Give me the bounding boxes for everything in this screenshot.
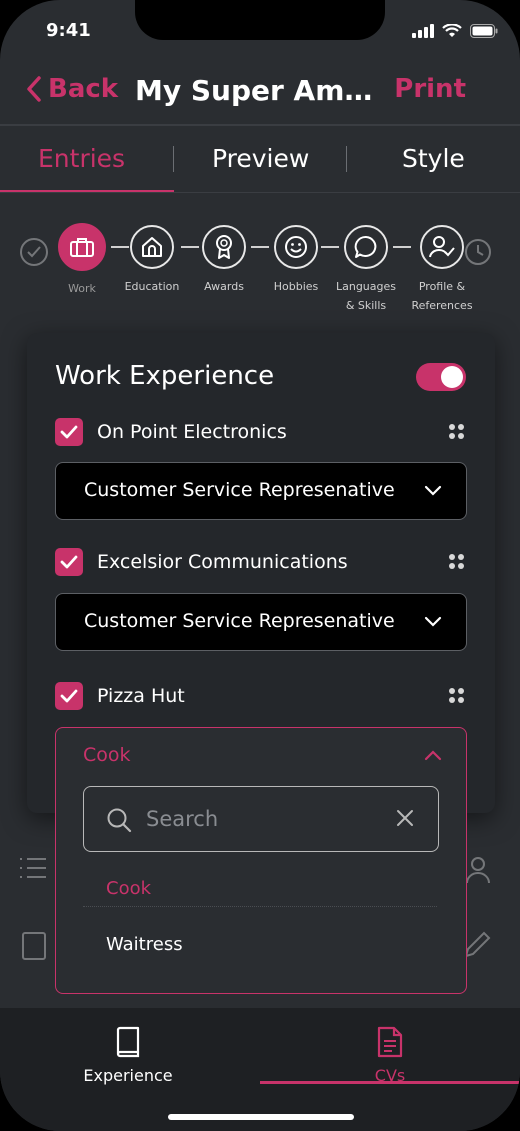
role-select[interactable]: Customer Service Represenative: [55, 462, 467, 520]
step-label: Work: [68, 282, 96, 295]
phone-screen: 9:41 Back My Super Amazing CV Print Entr…: [0, 0, 520, 1131]
book-icon: [22, 932, 46, 960]
role-select-value: Customer Service Represenative: [84, 610, 395, 632]
drag-handle-icon[interactable]: [447, 686, 467, 706]
document-icon: [377, 1026, 403, 1058]
tab-style[interactable]: Style: [402, 144, 465, 173]
status-time: 9:41: [46, 20, 91, 41]
dropdown-option[interactable]: Waitress: [106, 934, 183, 955]
wifi-icon: [442, 24, 462, 37]
role-dropdown-open: Cook Cook Waitress: [55, 727, 467, 994]
segmented-tabs: Entries Preview Style: [0, 126, 520, 192]
user-check-icon: [429, 236, 455, 258]
section-title: Work Experience: [55, 361, 275, 391]
section-enabled-toggle[interactable]: [416, 363, 466, 391]
step-work[interactable]: Work: [42, 222, 122, 298]
tab-preview[interactable]: Preview: [212, 144, 309, 173]
company-name: Pizza Hut: [97, 685, 185, 707]
company-name: Excelsior Communications: [97, 551, 348, 573]
bottom-tab-experience[interactable]: Experience: [28, 1026, 228, 1085]
chat-bubble-icon: [354, 235, 377, 258]
company-name: On Point Electronics: [97, 421, 287, 443]
section-stepper: Work Education Awards Hobbies Languages …: [0, 222, 520, 317]
award-icon: [216, 235, 232, 259]
step-label: Education: [124, 280, 180, 293]
checkmark-icon: [60, 689, 78, 703]
tabs-divider: [0, 192, 520, 193]
checkmark-icon: [60, 425, 78, 439]
chevron-up-icon[interactable]: [424, 750, 442, 761]
search-input[interactable]: [144, 801, 378, 837]
back-button[interactable]: Back: [26, 74, 118, 104]
briefcase-icon: [70, 238, 94, 257]
step-label: Awards: [204, 280, 244, 293]
smiley-icon: [285, 236, 307, 258]
entry-row: Excelsior Communications: [55, 548, 467, 578]
home-indicator: [168, 1114, 354, 1120]
step-label: Languages & Skills: [335, 280, 397, 312]
status-icons: [412, 24, 498, 38]
entry-checkbox[interactable]: [55, 548, 83, 576]
book-icon: [116, 1026, 140, 1058]
user-icon: [466, 857, 490, 884]
tab-entries[interactable]: Entries: [38, 144, 125, 173]
step-profile-references[interactable]: Profile & References: [402, 222, 482, 315]
step-education[interactable]: Education: [112, 222, 192, 296]
tab-separator: [173, 146, 174, 172]
entry-row: On Point Electronics: [55, 418, 467, 448]
drag-handle-icon[interactable]: [447, 552, 467, 572]
close-icon[interactable]: [396, 809, 414, 827]
drag-handle-icon[interactable]: [447, 422, 467, 442]
print-button[interactable]: Print: [394, 74, 466, 104]
bottom-tab-cvs[interactable]: CVs: [290, 1026, 490, 1085]
toggle-knob: [441, 366, 463, 388]
role-dropdown-value[interactable]: Cook: [83, 744, 131, 766]
step-label: Profile & References: [411, 280, 473, 312]
back-label: Back: [48, 74, 119, 104]
step-hobbies[interactable]: Hobbies: [256, 222, 336, 296]
step-label: Hobbies: [273, 280, 319, 293]
step-awards[interactable]: Awards: [184, 222, 264, 296]
bottom-tab-label: Experience: [83, 1066, 173, 1085]
option-divider: [83, 906, 437, 908]
search-icon: [107, 808, 132, 833]
navigation-bar: Back My Super Amazing CV Print: [0, 66, 520, 122]
notch: [135, 0, 385, 40]
role-select[interactable]: Customer Service Represenative: [55, 593, 467, 651]
cellular-signal-icon: [412, 24, 434, 38]
chevron-down-icon: [424, 485, 442, 496]
battery-icon: [470, 24, 498, 38]
page-title: My Super Amazing CV: [135, 74, 390, 107]
chevron-down-icon: [424, 616, 442, 627]
tab-separator: [346, 146, 347, 172]
role-select-value: Customer Service Represenative: [84, 479, 395, 501]
dropdown-option[interactable]: Cook: [106, 878, 151, 899]
entry-row: Pizza Hut: [55, 682, 467, 712]
entry-checkbox[interactable]: [55, 682, 83, 710]
school-icon: [142, 237, 162, 257]
step-languages-skills[interactable]: Languages & Skills: [326, 222, 406, 315]
search-box: [83, 786, 439, 852]
bottom-tab-bar: Experience CVs: [0, 1008, 520, 1131]
list-icon: [20, 858, 46, 878]
bottom-tab-active-indicator: [260, 1081, 520, 1084]
entry-checkbox[interactable]: [55, 418, 83, 446]
checkmark-icon: [60, 555, 78, 569]
chevron-left-icon: [27, 76, 41, 102]
